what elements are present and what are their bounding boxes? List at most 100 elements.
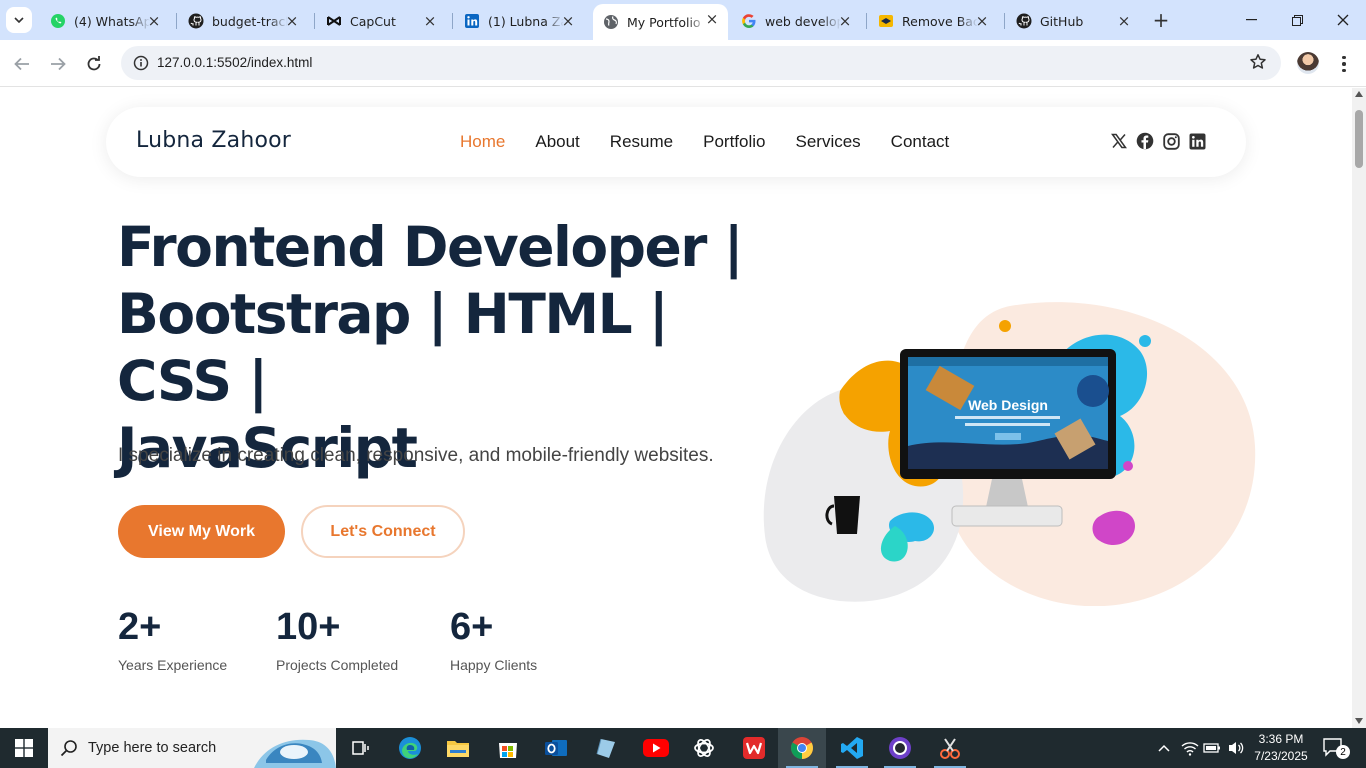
forward-button[interactable]	[44, 50, 72, 78]
nav-link-home[interactable]: Home	[460, 132, 505, 152]
outlook-icon	[545, 740, 567, 756]
close-icon[interactable]: ×	[974, 12, 990, 30]
start-button[interactable]	[0, 728, 48, 768]
lets-connect-button[interactable]: Let's Connect	[301, 505, 465, 558]
new-tab-button[interactable]: +	[1150, 8, 1172, 32]
close-icon[interactable]: ×	[837, 12, 853, 30]
browser-tab-active[interactable]: My Portfolio ×	[593, 4, 728, 40]
browser-tab[interactable]: budget-tracker ×	[178, 6, 308, 36]
stat-label: Happy Clients	[450, 657, 538, 673]
close-icon[interactable]: ×	[560, 12, 576, 30]
browser-tab[interactable]: Remove Background ×	[868, 6, 998, 36]
address-bar[interactable]: 127.0.0.1:5502/index.html	[121, 46, 1281, 80]
taskbar-app-vscode[interactable]	[828, 728, 876, 768]
minimize-button[interactable]	[1228, 6, 1274, 34]
nav-links: Home About Resume Portfolio Services Con…	[460, 132, 949, 152]
site-brand[interactable]: Lubna Zahoor	[136, 128, 291, 153]
view-my-work-button[interactable]: View My Work	[118, 505, 285, 558]
restore-icon	[1291, 14, 1303, 26]
url-text[interactable]: 127.0.0.1:5502/index.html	[157, 55, 312, 70]
hero-title-line: Bootstrap | HTML | CSS |	[117, 282, 669, 413]
snipping-tool-icon	[940, 738, 960, 759]
taskbar-app-chrome[interactable]	[778, 728, 826, 768]
scroll-up-arrow-icon[interactable]	[1355, 91, 1363, 97]
close-icon[interactable]: ×	[422, 12, 438, 30]
restore-button[interactable]	[1274, 6, 1320, 34]
taskbar-app-edge[interactable]	[386, 728, 434, 768]
taskbar-app-store[interactable]	[484, 728, 532, 768]
taskbar-app-chatgpt[interactable]	[680, 728, 728, 768]
tab-divider	[1004, 13, 1005, 29]
nav-link-resume[interactable]: Resume	[610, 132, 673, 152]
tab-title: GitHub	[1040, 13, 1084, 29]
youtube-icon	[643, 739, 669, 757]
system-clock[interactable]: 3:36 PM 7/23/2025	[1250, 731, 1312, 765]
stat-value: 2+	[118, 606, 162, 648]
minimize-icon	[1245, 19, 1257, 21]
removebg-icon	[878, 13, 894, 29]
hero-title-line: Frontend Developer |	[117, 215, 744, 279]
browser-tab[interactable]: GitHub ×	[1006, 6, 1140, 36]
x-icon[interactable]	[1110, 132, 1128, 150]
taskbar-app-wps[interactable]	[730, 728, 778, 768]
network-status[interactable]	[1181, 739, 1199, 757]
site-info-icon[interactable]	[131, 53, 151, 73]
coffee-mug	[834, 496, 860, 534]
search-highlight-illustration	[254, 739, 336, 768]
taskbar-app-youtube[interactable]	[632, 728, 680, 768]
battery-icon	[1203, 743, 1220, 753]
close-icon[interactable]: ×	[146, 12, 162, 30]
close-icon[interactable]: ×	[284, 12, 300, 30]
back-button[interactable]	[8, 50, 36, 78]
portfolio-page: Lubna Zahoor Home About Resume Portfolio…	[0, 88, 1352, 728]
browser-tab[interactable]: web developer ×	[731, 6, 861, 36]
tab-title: web developer	[765, 13, 841, 29]
tab-title: (4) WhatsApp	[74, 13, 150, 29]
taskbar-app-outlook[interactable]	[532, 728, 580, 768]
tab-search-button[interactable]	[6, 7, 32, 33]
arrow-left-icon	[14, 57, 29, 71]
tab-divider	[176, 13, 177, 29]
scroll-down-arrow-icon[interactable]	[1355, 718, 1363, 724]
linkedin-icon[interactable]	[1188, 132, 1206, 150]
wifi-icon	[1181, 742, 1199, 756]
profile-avatar[interactable]	[1297, 52, 1319, 74]
page-scrollbar[interactable]	[1352, 88, 1366, 728]
facebook-icon[interactable]	[1136, 132, 1154, 150]
browser-tab[interactable]: (4) WhatsApp ×	[40, 6, 170, 36]
vscode-icon	[841, 737, 863, 759]
browser-tab[interactable]: (1) Lubna Zahoor ×	[454, 6, 584, 36]
tab-title: (1) Lubna Zahoor	[488, 13, 564, 29]
nav-link-services[interactable]: Services	[795, 132, 860, 152]
taskbar-search-box[interactable]: Type here to search	[48, 728, 336, 768]
browser-tab[interactable]: CapCut ×	[316, 6, 446, 36]
nav-link-contact[interactable]: Contact	[891, 132, 950, 152]
taskbar-app-file-explorer[interactable]	[434, 728, 482, 768]
notification-center-button[interactable]: 2	[1322, 737, 1350, 759]
nav-link-portfolio[interactable]: Portfolio	[703, 132, 765, 152]
nav-link-about[interactable]: About	[535, 132, 579, 152]
browser-menu-icon[interactable]	[1334, 52, 1354, 76]
task-view-button[interactable]	[336, 728, 384, 768]
close-window-button[interactable]	[1320, 6, 1366, 34]
bookmark-star-icon[interactable]	[1249, 53, 1269, 73]
close-icon[interactable]: ×	[1116, 12, 1132, 30]
show-hidden-icons-button[interactable]	[1155, 739, 1173, 757]
notes-icon	[596, 738, 615, 758]
close-icon[interactable]: ×	[704, 10, 720, 28]
reload-button[interactable]	[80, 50, 108, 78]
taskbar-app-notes[interactable]	[582, 728, 630, 768]
browser-tab-strip: (4) WhatsApp × budget-tracker × CapCut ×…	[0, 0, 1366, 40]
chevron-down-icon	[14, 17, 24, 23]
instagram-icon[interactable]	[1162, 132, 1180, 150]
chatgpt-icon	[694, 739, 714, 757]
windows-logo-icon	[15, 739, 33, 757]
battery-status[interactable]	[1203, 739, 1221, 757]
taskbar-app-github-desktop[interactable]	[876, 728, 924, 768]
volume-control[interactable]	[1227, 739, 1245, 757]
chevron-up-icon	[1158, 744, 1170, 752]
capcut-icon	[326, 13, 342, 29]
taskbar-app-snipping-tool[interactable]	[926, 728, 974, 768]
scroll-thumb[interactable]	[1355, 110, 1363, 168]
stat-label: Projects Completed	[276, 657, 399, 673]
